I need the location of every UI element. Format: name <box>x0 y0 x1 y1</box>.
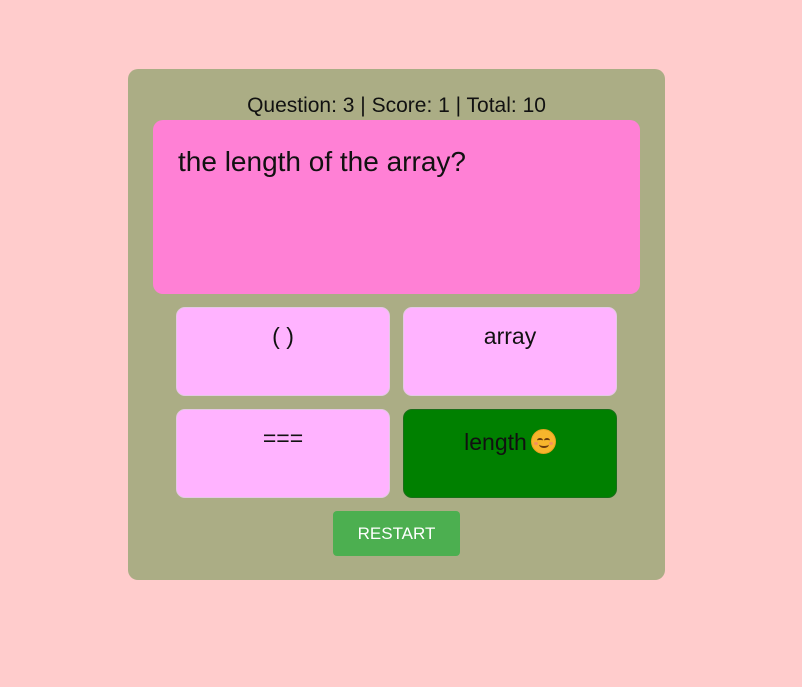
answer-label: ( ) <box>272 323 294 349</box>
question-text: the length of the array? <box>178 146 466 177</box>
smiling-face-icon <box>530 429 556 454</box>
quiz-card: Question: 3 | Score: 1 | Total: 10 the l… <box>128 69 665 580</box>
answer-option-4-correct[interactable]: length <box>403 409 617 498</box>
answer-label: length <box>464 429 527 455</box>
answer-option-2[interactable]: array <box>403 307 617 396</box>
answer-option-1[interactable]: ( ) <box>176 307 390 396</box>
answer-label: array <box>483 323 537 349</box>
answer-option-3[interactable]: === <box>176 409 390 498</box>
question-box: the length of the array? <box>153 120 640 294</box>
answer-label: === <box>262 425 304 451</box>
quiz-status: Question: 3 | Score: 1 | Total: 10 <box>247 94 546 117</box>
restart-button[interactable]: RESTART <box>333 511 460 556</box>
